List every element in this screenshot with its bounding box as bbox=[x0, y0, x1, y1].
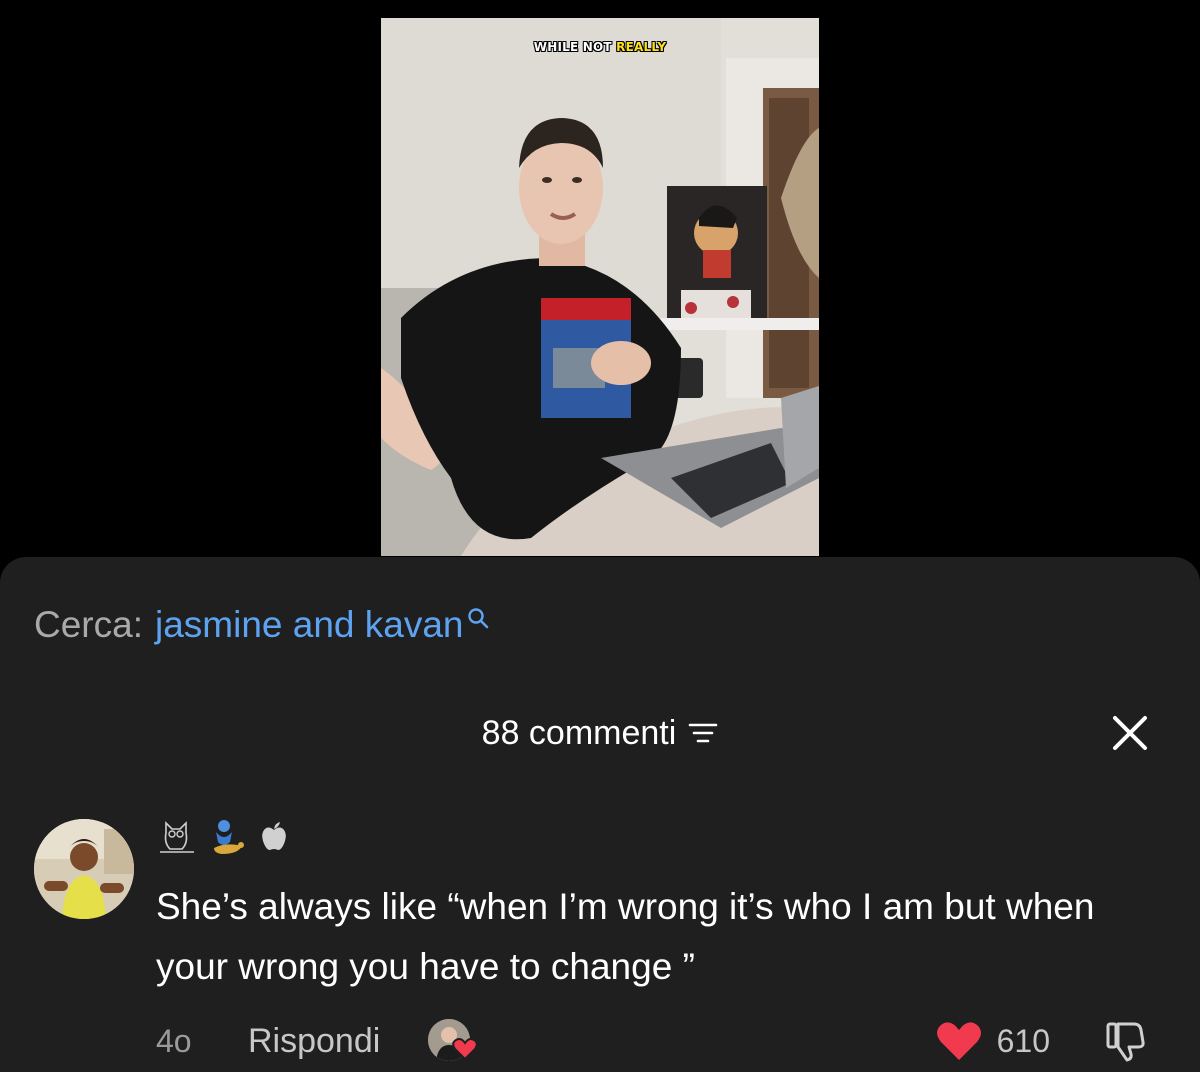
comment-timestamp: 4o bbox=[156, 1022, 192, 1059]
dislike-button[interactable] bbox=[1104, 1020, 1146, 1062]
apple-icon bbox=[260, 821, 288, 858]
owl-icon bbox=[156, 819, 196, 860]
avatar[interactable] bbox=[34, 819, 134, 919]
video-caption: WHILE NOT REALLY bbox=[381, 40, 819, 54]
comments-sheet: Cerca: jasmine and kavan 88 commenti She… bbox=[0, 557, 1200, 1072]
creator-liked-badge bbox=[428, 1019, 479, 1066]
screen: WHILE NOT REALLY Cerca: jasmine and kava… bbox=[0, 0, 1200, 1072]
comment-count: 88 commenti bbox=[481, 713, 677, 752]
user-badges bbox=[156, 819, 288, 859]
search-suggestion[interactable]: Cerca: jasmine and kavan bbox=[34, 601, 490, 649]
heart-icon[interactable] bbox=[935, 1020, 983, 1062]
caption-highlight: REALLY bbox=[616, 40, 667, 54]
video-frame-image bbox=[381, 18, 819, 556]
search-icon[interactable] bbox=[466, 597, 490, 639]
close-button[interactable] bbox=[1108, 711, 1152, 755]
video-player[interactable]: WHILE NOT REALLY bbox=[381, 18, 819, 556]
close-icon[interactable] bbox=[1111, 714, 1149, 752]
comment-text: She’s always like “when I’m wrong it’s w… bbox=[156, 886, 1095, 987]
search-prefix: Cerca: bbox=[34, 604, 143, 645]
search-term-link[interactable]: jasmine and kavan bbox=[155, 604, 464, 646]
like-count: 610 bbox=[996, 1022, 1050, 1059]
comment-actions: 4o Rispondi 610 bbox=[156, 1019, 1160, 1063]
filter-icon[interactable] bbox=[688, 720, 718, 751]
heart-icon bbox=[452, 1037, 479, 1066]
like-button[interactable]: 610 bbox=[935, 1020, 1104, 1062]
genie-icon bbox=[208, 818, 248, 861]
caption-text: WHILE NOT bbox=[533, 40, 612, 54]
reply-button[interactable]: Rispondi bbox=[248, 1022, 380, 1061]
thumbs-down-icon[interactable] bbox=[1104, 1020, 1146, 1062]
comments-header: 88 commenti bbox=[0, 709, 1200, 757]
